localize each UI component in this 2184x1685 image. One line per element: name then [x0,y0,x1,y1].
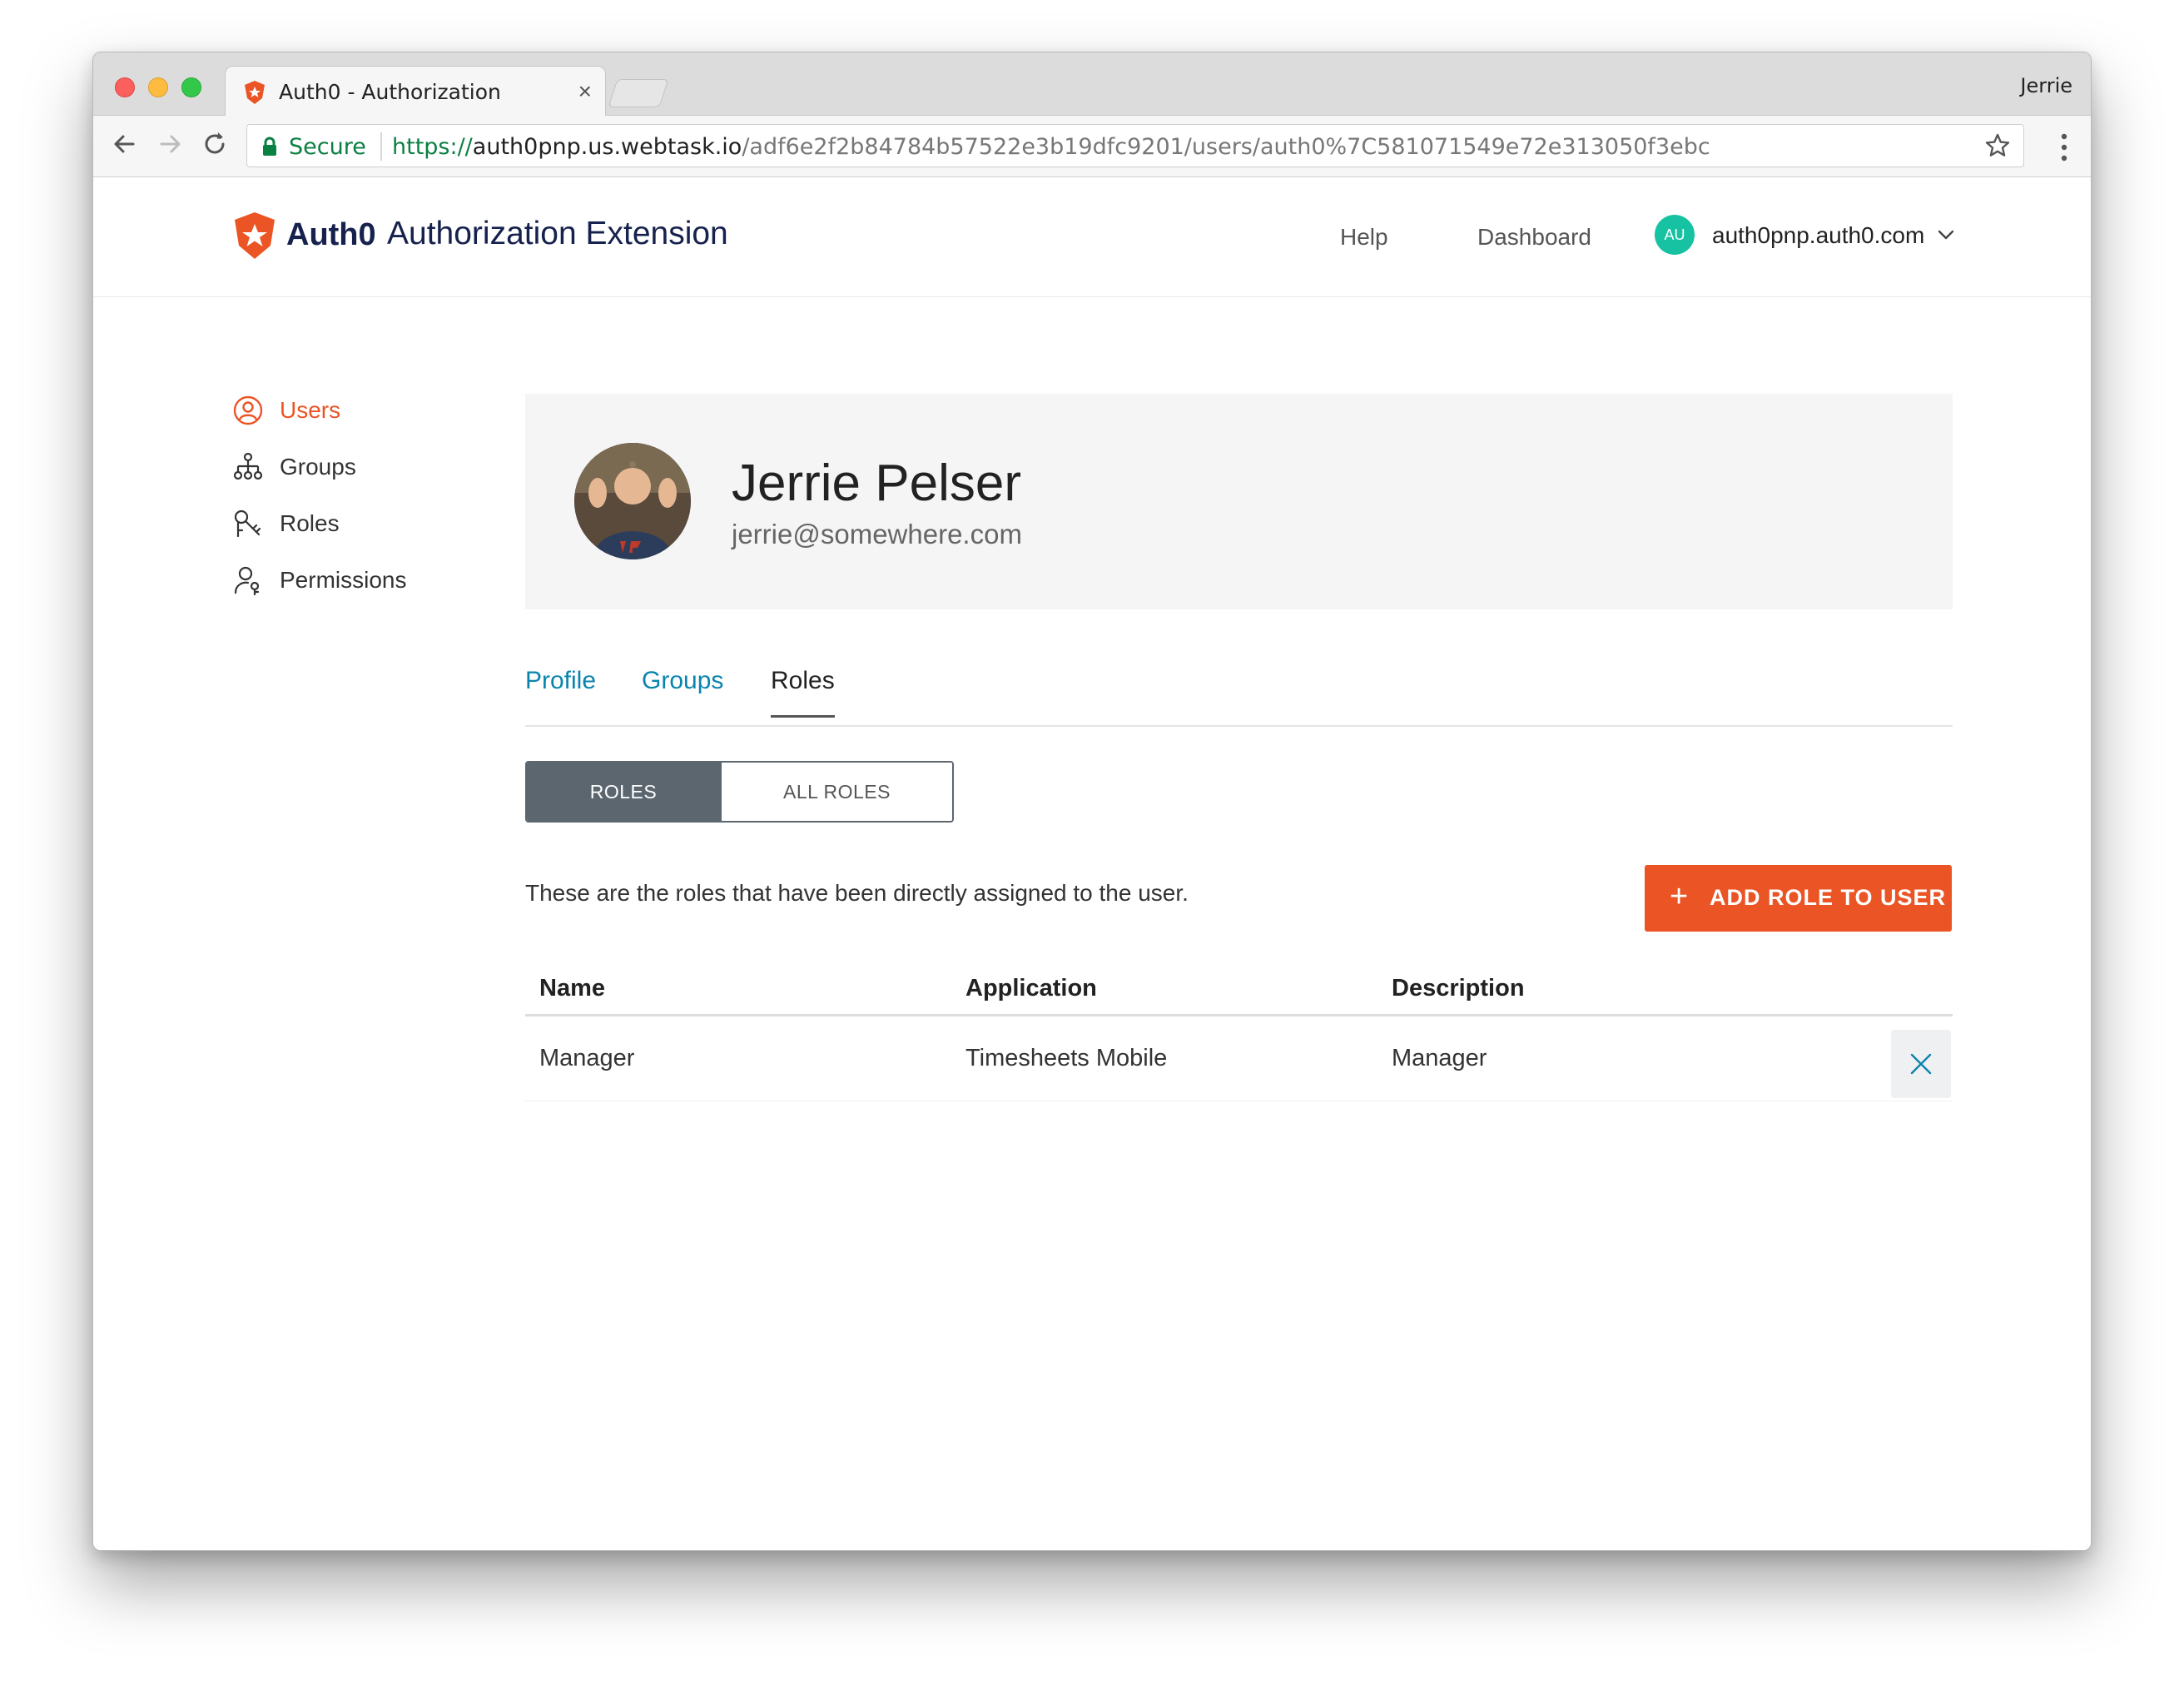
auth0-favicon-icon [245,81,265,104]
url-host: auth0pnp.us.webtask.io [472,134,742,160]
sidebar-item-label: Roles [280,510,340,536]
logo-text: Auth0 [286,217,376,252]
browser-profile-name[interactable]: Jerrie [2020,74,2072,97]
roles-toggle-button[interactable]: ROLES [527,763,720,821]
reload-icon[interactable] [198,127,231,161]
user-photo-image [574,443,691,559]
sidebar-item-label: Permissions [280,567,407,593]
roles-filter-toggle: ROLES ALL ROLES [525,761,954,823]
role-name-cell[interactable]: Manager [539,1045,634,1072]
tab-close-icon[interactable]: × [578,78,592,105]
user-name: Jerrie Pelser [732,455,1021,512]
role-application-cell: Timesheets Mobile [965,1045,1168,1071]
plus-icon: + [1670,879,1689,914]
close-icon [1910,1053,1932,1075]
forward-icon[interactable] [153,127,186,161]
title-bar: Auth0 - Authorization × Jerrie [93,52,2091,117]
user-avatar [574,443,691,559]
key-icon [234,509,261,538]
tab-roles[interactable]: Roles [771,667,835,718]
user-tabs: Profile Groups Roles [525,667,1953,727]
browser-tab[interactable]: Auth0 - Authorization × [225,66,606,117]
user-key-icon [234,566,260,595]
browser-toolbar: Secure https://auth0pnp.us.webtask.io/ad… [93,116,2091,177]
user-profile-card: Jerrie Pelser jerrie@somewhere.com [525,394,1953,609]
browser-window: Auth0 - Authorization × Jerrie Secure ht… [92,52,2092,1551]
role-description-cell: Manager [1392,1045,1487,1071]
address-divider [380,132,382,161]
chevron-down-icon[interactable] [1937,227,1955,242]
app-header: Auth0 Authorization Extension Help Dashb… [93,177,2091,297]
lock-icon [263,137,276,156]
column-header-name[interactable]: Name [539,975,605,1002]
tab-profile[interactable]: Profile [525,667,596,715]
dashboard-link[interactable]: Dashboard [1477,224,1591,251]
column-header-description[interactable]: Description [1392,975,1525,1002]
app-page: Auth0 Authorization Extension Help Dashb… [93,177,2091,1550]
secure-label: Secure [289,134,366,160]
new-tab-button[interactable] [608,79,669,107]
remove-role-button[interactable] [1891,1030,1951,1098]
tab-groups[interactable]: Groups [642,667,723,715]
close-window-button[interactable] [115,77,135,97]
user-email: jerrie@somewhere.com [732,519,1022,549]
url-scheme: https:// [392,134,473,160]
add-role-to-user-button[interactable]: + ADD ROLE TO USER [1645,865,1952,932]
sidebar-item-label: Groups [280,454,356,480]
column-header-application[interactable]: Application [965,975,1097,1002]
sidebar-item-label: Users [280,397,341,423]
star-icon[interactable] [1983,132,2012,160]
tenant-avatar[interactable]: AU [1655,215,1695,255]
auth0-logo-icon[interactable] [231,211,278,261]
all-roles-toggle-button[interactable]: ALL ROLES [720,763,952,821]
add-role-button-label: ADD ROLE TO USER [1710,885,1947,910]
roles-description: These are the roles that have been direc… [525,880,1189,906]
url-text[interactable]: https://auth0pnp.us.webtask.io/adf6e2f2b… [392,134,1710,160]
url-path: /adf6e2f2b84784b57522e3b19dfc9201/users/… [742,134,1710,160]
address-bar[interactable]: Secure https://auth0pnp.us.webtask.io/ad… [246,124,2024,167]
help-link[interactable]: Help [1340,224,1388,251]
hierarchy-icon [233,452,263,480]
menu-icon[interactable] [2061,132,2067,162]
zoom-window-button[interactable] [181,77,201,97]
tenant-name[interactable]: auth0pnp.auth0.com [1712,222,1924,249]
minimize-window-button[interactable] [148,77,168,97]
roles-table-header: Name Application Description [525,960,1953,1016]
tab-title: Auth0 - Authorization [279,80,501,104]
back-icon[interactable] [108,127,141,161]
table-row: Manager Timesheets Mobile Manager [525,1018,1953,1101]
user-circle-icon [233,395,263,425]
app-title: Authorization Extension [387,216,728,251]
